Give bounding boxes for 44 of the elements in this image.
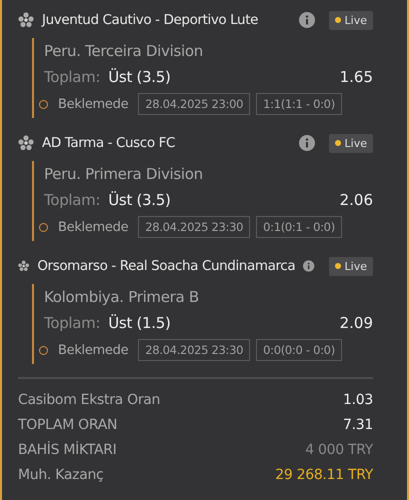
odds: 2.09	[340, 314, 373, 332]
summary-label: BAHİS MİKTARI	[18, 442, 116, 458]
market-label: Toplam:	[44, 68, 100, 86]
summary-value: 29 268.11 TRY	[275, 466, 373, 482]
pending-icon	[39, 100, 48, 108]
score-chip: 0:1(0:1 - 0:0)	[256, 216, 342, 238]
league-name: Peru. Primera Division	[44, 164, 204, 185]
selection: Üst (3.5)	[108, 68, 172, 86]
live-badge: Live	[328, 10, 373, 30]
selection: Üst (1.5)	[108, 314, 172, 332]
pending-icon	[39, 222, 48, 232]
live-badge: Live	[328, 256, 373, 276]
summary-label: Muh. Kazanç	[18, 466, 104, 482]
score-chip: 0:0(0:0 - 0:0)	[256, 339, 342, 361]
date-chip: 28.04.2025 23:30	[138, 339, 250, 361]
info-icon[interactable]	[298, 12, 315, 28]
odds: 1.65	[340, 68, 373, 86]
odds: 2.06	[340, 191, 373, 209]
match-title: Orsomarso - Real Soacha Cundinamarca	[37, 258, 296, 274]
match-title: AD Tarma - Cusco FC	[42, 135, 176, 151]
selection: Üst (3.5)	[108, 191, 172, 209]
score-chip: 1:1(1:1 - 0:0)	[256, 93, 342, 115]
info-icon[interactable]	[298, 135, 315, 151]
date-chip: 28.04.2025 23:00	[138, 93, 250, 115]
football-icon	[18, 12, 34, 28]
market-label: Toplam:	[44, 191, 100, 209]
date-chip: 28.04.2025 23:30	[138, 216, 250, 238]
summary-value: 1.03	[343, 392, 373, 408]
summary-label: Casibom Ekstra Oran	[18, 392, 160, 408]
status-text: Beklemede	[58, 96, 128, 112]
summary-label: TOPLAM ORAN	[18, 416, 118, 432]
summary-value: 7.31	[343, 416, 373, 432]
match-title: Juventud Cautivo - Deportivo Lute	[42, 12, 260, 28]
info-icon[interactable]	[303, 258, 315, 274]
live-badge: Live	[328, 134, 373, 152]
league-name: Peru. Terceira Division	[44, 41, 204, 62]
status-text: Beklemede	[58, 342, 128, 358]
league-name: Kolombiya. Primera B	[44, 287, 200, 308]
football-icon	[18, 258, 30, 274]
pending-icon	[39, 346, 48, 354]
status-text: Beklemede	[58, 220, 128, 234]
market-label: Toplam:	[44, 314, 100, 332]
football-icon	[18, 135, 34, 151]
summary-value: 4 000 TRY	[305, 442, 373, 458]
